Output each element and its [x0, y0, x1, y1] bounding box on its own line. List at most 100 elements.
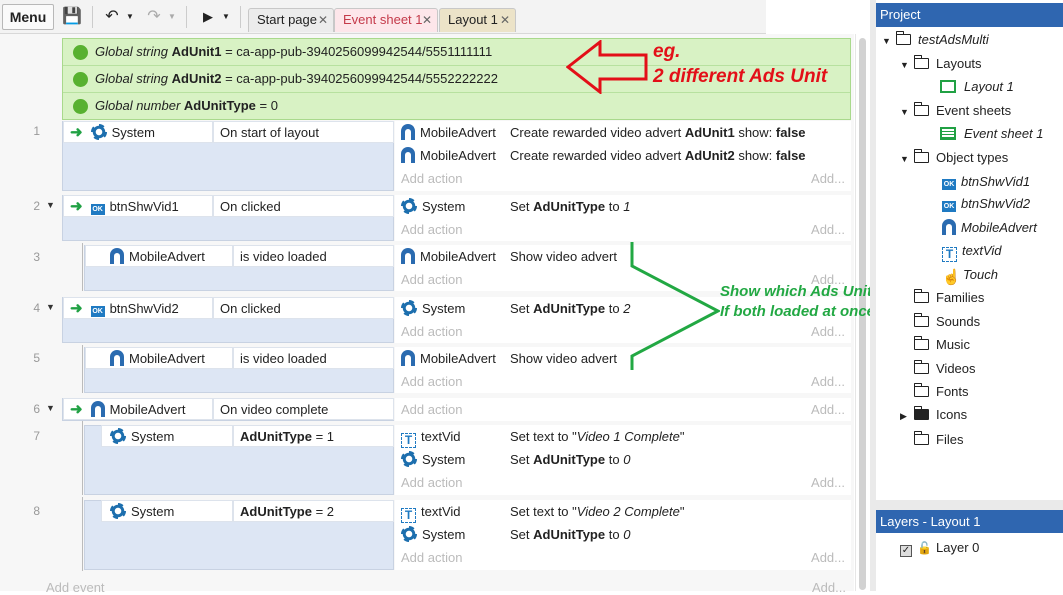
action-object[interactable]: TtextVid — [401, 500, 461, 523]
tab-event-sheet[interactable]: Event sheet 1 ✕ — [334, 8, 438, 32]
tree-item-object[interactable]: ☝ Touch — [942, 264, 998, 286]
save-icon[interactable]: 💾 — [62, 8, 82, 26]
undo-dropdown-icon[interactable]: ▼ — [124, 8, 136, 26]
redo-icon[interactable]: ↷ — [144, 8, 164, 26]
action-object[interactable]: System — [401, 448, 465, 471]
condition-object[interactable]: System — [101, 500, 233, 522]
action-object[interactable]: System — [401, 297, 465, 320]
tree-item-sounds[interactable]: Sounds — [913, 311, 980, 333]
add-more-link[interactable]: Add... — [811, 218, 845, 241]
global-variable-row[interactable]: Global number AdUnitType = 0 — [63, 93, 850, 120]
tree-item-fonts[interactable]: Fonts — [913, 381, 969, 403]
menu-button[interactable]: Menu — [2, 4, 54, 30]
close-icon[interactable]: ✕ — [422, 9, 432, 31]
action-text[interactable]: Set AdUnitType to 0 — [510, 448, 630, 471]
tree-item-icons[interactable]: ▶ Icons — [900, 404, 967, 426]
add-more-link[interactable]: Add... — [811, 370, 845, 393]
action-text[interactable]: Set AdUnitType to 0 — [510, 523, 630, 546]
tab-layout[interactable]: Layout 1 ✕ — [439, 8, 516, 32]
tree-item-families[interactable]: Families — [913, 287, 984, 309]
add-more-link[interactable]: Add... — [811, 167, 845, 190]
action-object[interactable]: TtextVid — [401, 425, 461, 448]
condition-text[interactable]: AdUnitType = 2 — [233, 500, 394, 522]
add-more-link[interactable]: Add... — [811, 320, 845, 343]
add-more-link[interactable]: Add... — [811, 546, 845, 569]
tree-item-eventsheets[interactable]: ▼ Event sheets — [900, 100, 1011, 122]
condition-text[interactable]: AdUnitType = 1 — [233, 425, 394, 447]
condition-object[interactable]: MobileAdvert — [85, 245, 233, 267]
condition-text[interactable]: On video complete — [213, 398, 394, 420]
tree-item-videos[interactable]: Videos — [913, 358, 976, 380]
action-object[interactable]: MobileAdvert — [401, 144, 496, 167]
add-action-link[interactable]: Add action — [401, 370, 462, 393]
action-object[interactable]: System — [401, 523, 465, 546]
condition-text[interactable]: On clicked — [213, 297, 394, 319]
condition-object[interactable]: ➜ System — [63, 121, 213, 143]
expand-arrow-icon[interactable]: ▼ — [900, 101, 914, 123]
collapse-arrow-icon[interactable]: ▼ — [46, 403, 55, 413]
global-variable-row[interactable]: Global string AdUnit1 = ca-app-pub-39402… — [63, 39, 850, 66]
action-text[interactable]: Create rewarded video advert AdUnit2 sho… — [510, 144, 806, 167]
expand-arrow-icon[interactable]: ▶ — [900, 405, 914, 427]
action-object[interactable]: MobileAdvert — [401, 245, 496, 268]
play-icon[interactable]: ▶ — [198, 8, 218, 26]
condition-text[interactable]: On clicked — [213, 195, 394, 217]
add-event-link[interactable]: Add event — [46, 580, 105, 595]
tree-item-music[interactable]: Music — [913, 334, 970, 356]
action-text[interactable]: Show video advert — [510, 245, 617, 268]
expand-arrow-icon[interactable]: ▼ — [900, 54, 914, 76]
condition-text[interactable]: is video loaded — [233, 245, 394, 267]
tree-item-objecttypes[interactable]: ▼ Object types — [900, 147, 1008, 169]
sub-event-line — [82, 243, 83, 291]
condition-object[interactable]: ➜ OK btnShwVid2 — [63, 297, 213, 319]
action-text[interactable]: Show video advert — [510, 347, 617, 370]
condition-object[interactable]: ➜ OK btnShwVid1 — [63, 195, 213, 217]
collapse-arrow-icon[interactable]: ▼ — [46, 302, 55, 312]
expand-arrow-icon[interactable]: ▼ — [882, 30, 896, 52]
tree-item-eventsheet1[interactable]: Event sheet 1 — [940, 123, 1044, 145]
add-action-link[interactable]: Add action — [401, 546, 462, 569]
add-action-link[interactable]: Add action — [401, 320, 462, 343]
tree-item-object[interactable]: OK btnShwVid2 — [942, 193, 1030, 215]
action-object[interactable]: MobileAdvert — [401, 347, 496, 370]
play-dropdown-icon[interactable]: ▼ — [220, 8, 232, 26]
close-icon[interactable]: ✕ — [500, 9, 510, 31]
add-action-link[interactable]: Add action — [401, 471, 462, 494]
tree-item-object[interactable]: TtextVid — [942, 240, 1002, 262]
add-more-link[interactable]: Add... — [811, 398, 845, 421]
add-action-link[interactable]: Add action — [401, 218, 462, 241]
expand-arrow-icon[interactable]: ▼ — [900, 148, 914, 170]
tree-item-root[interactable]: ▼ testAdsMulti — [882, 29, 989, 51]
tree-item-layout1[interactable]: Layout 1 — [940, 76, 1014, 98]
condition-object[interactable]: ➜ MobileAdvert — [63, 398, 213, 420]
add-action-link[interactable]: Add action — [401, 268, 462, 291]
undo-icon[interactable]: ↶ — [102, 8, 122, 26]
condition-text[interactable]: On start of layout — [213, 121, 394, 143]
tree-item-files[interactable]: Files — [913, 429, 963, 451]
action-text[interactable]: Set text to "Video 1 Complete" — [510, 425, 685, 448]
action-text[interactable]: Set AdUnitType to 2 — [510, 297, 630, 320]
condition-object[interactable]: MobileAdvert — [85, 347, 233, 369]
redo-dropdown-icon[interactable]: ▼ — [166, 8, 178, 26]
condition-text[interactable]: is video loaded — [233, 347, 394, 369]
condition-object[interactable]: System — [101, 425, 233, 447]
action-text[interactable]: Set text to "Video 2 Complete" — [510, 500, 685, 523]
add-action-link[interactable]: Add action — [401, 398, 462, 421]
action-text[interactable]: Set AdUnitType to 1 — [510, 195, 630, 218]
action-object[interactable]: MobileAdvert — [401, 121, 496, 144]
tree-item-object[interactable]: MobileAdvert — [942, 217, 1037, 239]
action-object[interactable]: System — [401, 195, 465, 218]
collapse-arrow-icon[interactable]: ▼ — [46, 200, 55, 210]
tree-item-layouts[interactable]: ▼ Layouts — [900, 53, 982, 75]
lock-icon[interactable]: 🔓 — [917, 537, 932, 559]
action-text[interactable]: Create rewarded video advert AdUnit1 sho… — [510, 121, 806, 144]
layer-row[interactable]: ✓ 🔓 Layer 0 — [900, 537, 979, 559]
add-action-link[interactable]: Add action — [401, 167, 462, 190]
add-more-link[interactable]: Add... — [812, 580, 846, 595]
panel-separator[interactable] — [876, 500, 1063, 510]
tree-item-object[interactable]: OK btnShwVid1 — [942, 171, 1030, 193]
tab-start-page[interactable]: Start page ✕ — [248, 8, 334, 32]
add-more-link[interactable]: Add... — [811, 471, 845, 494]
checkbox-icon[interactable]: ✓ — [900, 545, 912, 557]
close-icon[interactable]: ✕ — [318, 9, 328, 31]
